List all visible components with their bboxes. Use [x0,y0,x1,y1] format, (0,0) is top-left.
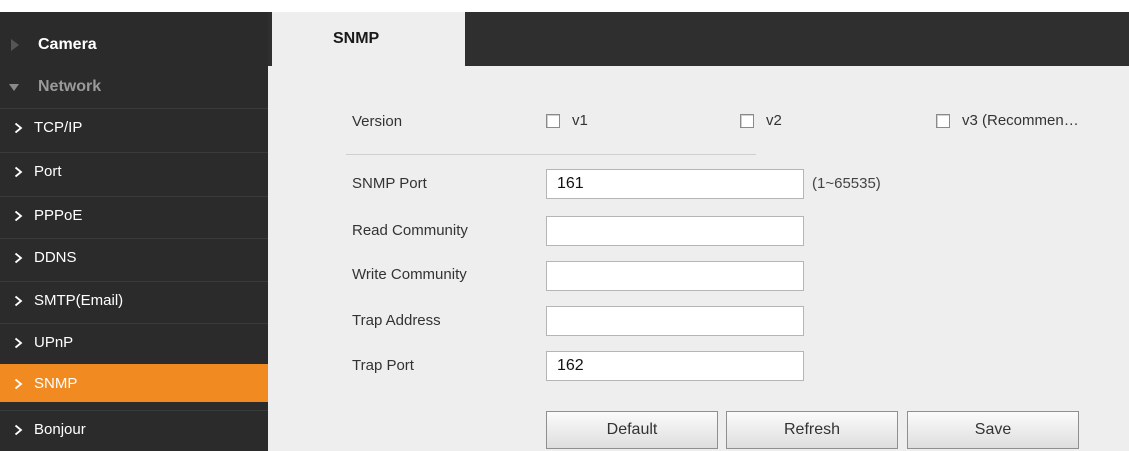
read-community-label: Read Community [352,222,468,239]
sidebar-item-label: UPnP [34,334,74,351]
default-button[interactable]: Default [546,411,718,449]
section-label: Network [38,78,102,95]
sidebar-item-label: PPPoE [34,207,83,224]
write-community-input[interactable] [546,261,804,291]
version-label: Version [352,113,403,130]
section-label: Camera [38,36,97,53]
divider [346,154,756,155]
sidebar-item-bonjour[interactable]: Bonjour [0,410,268,448]
v1-label: v1 [572,112,588,129]
sidebar-section-network[interactable]: Network [0,72,268,102]
chevron-right-icon [14,337,26,349]
v3-label: v3 (Recommen… [962,112,1079,129]
sidebar-item-smtp-email[interactable]: SMTP(Email) [0,281,268,319]
version-v1-option[interactable]: v1 [546,112,588,129]
version-v3-option[interactable]: v3 (Recommen… [936,112,1079,129]
sidebar: Camera Network TCP/IP Port PPPoE DDNS SM… [0,12,268,451]
sidebar-item-label: TCP/IP [34,119,83,136]
sidebar-item-label: SNMP [34,375,78,392]
sidebar-item-label: Bonjour [34,421,86,438]
sidebar-item-port[interactable]: Port [0,152,268,190]
trap-address-input[interactable] [546,306,804,336]
chevron-right-icon [14,295,26,307]
snmp-settings-panel: Version v1 v2 v3 (Recommen… SNMP Port (1… [268,66,1129,451]
save-button[interactable]: Save [907,411,1079,449]
trap-port-label: Trap Port [352,357,414,374]
tab-snmp[interactable]: SNMP [272,12,465,66]
chevron-right-icon [14,122,26,134]
write-community-label: Write Community [352,266,467,283]
sidebar-section-camera[interactable]: Camera [0,30,268,60]
sidebar-item-tcpip[interactable]: TCP/IP [0,108,268,146]
sidebar-item-label: DDNS [34,249,77,266]
expanded-arrow-icon [0,83,38,91]
chevron-right-icon [14,166,26,178]
sidebar-item-ddns[interactable]: DDNS [0,238,268,276]
snmp-port-range-hint: (1~65535) [812,175,881,192]
chevron-right-icon [14,378,26,390]
v2-checkbox[interactable] [740,113,754,128]
sidebar-item-pppoe[interactable]: PPPoE [0,196,268,234]
v1-checkbox[interactable] [546,113,560,128]
chevron-right-icon [14,252,26,264]
version-v2-option[interactable]: v2 [740,112,782,129]
tab-bar: SNMP [268,12,1129,66]
v3-checkbox[interactable] [936,113,950,128]
collapsed-arrow-icon [0,39,38,51]
trap-port-input[interactable] [546,351,804,381]
v2-label: v2 [766,112,782,129]
trap-address-label: Trap Address [352,312,441,329]
chevron-right-icon [14,424,26,436]
refresh-button[interactable]: Refresh [726,411,898,449]
snmp-port-label: SNMP Port [352,175,427,192]
sidebar-item-label: SMTP(Email) [34,292,124,309]
sidebar-item-label: Port [34,163,62,180]
chevron-right-icon [14,210,26,222]
sidebar-item-snmp[interactable]: SNMP [0,364,268,402]
snmp-port-input[interactable] [546,169,804,199]
read-community-input[interactable] [546,216,804,246]
sidebar-item-upnp[interactable]: UPnP [0,323,268,361]
